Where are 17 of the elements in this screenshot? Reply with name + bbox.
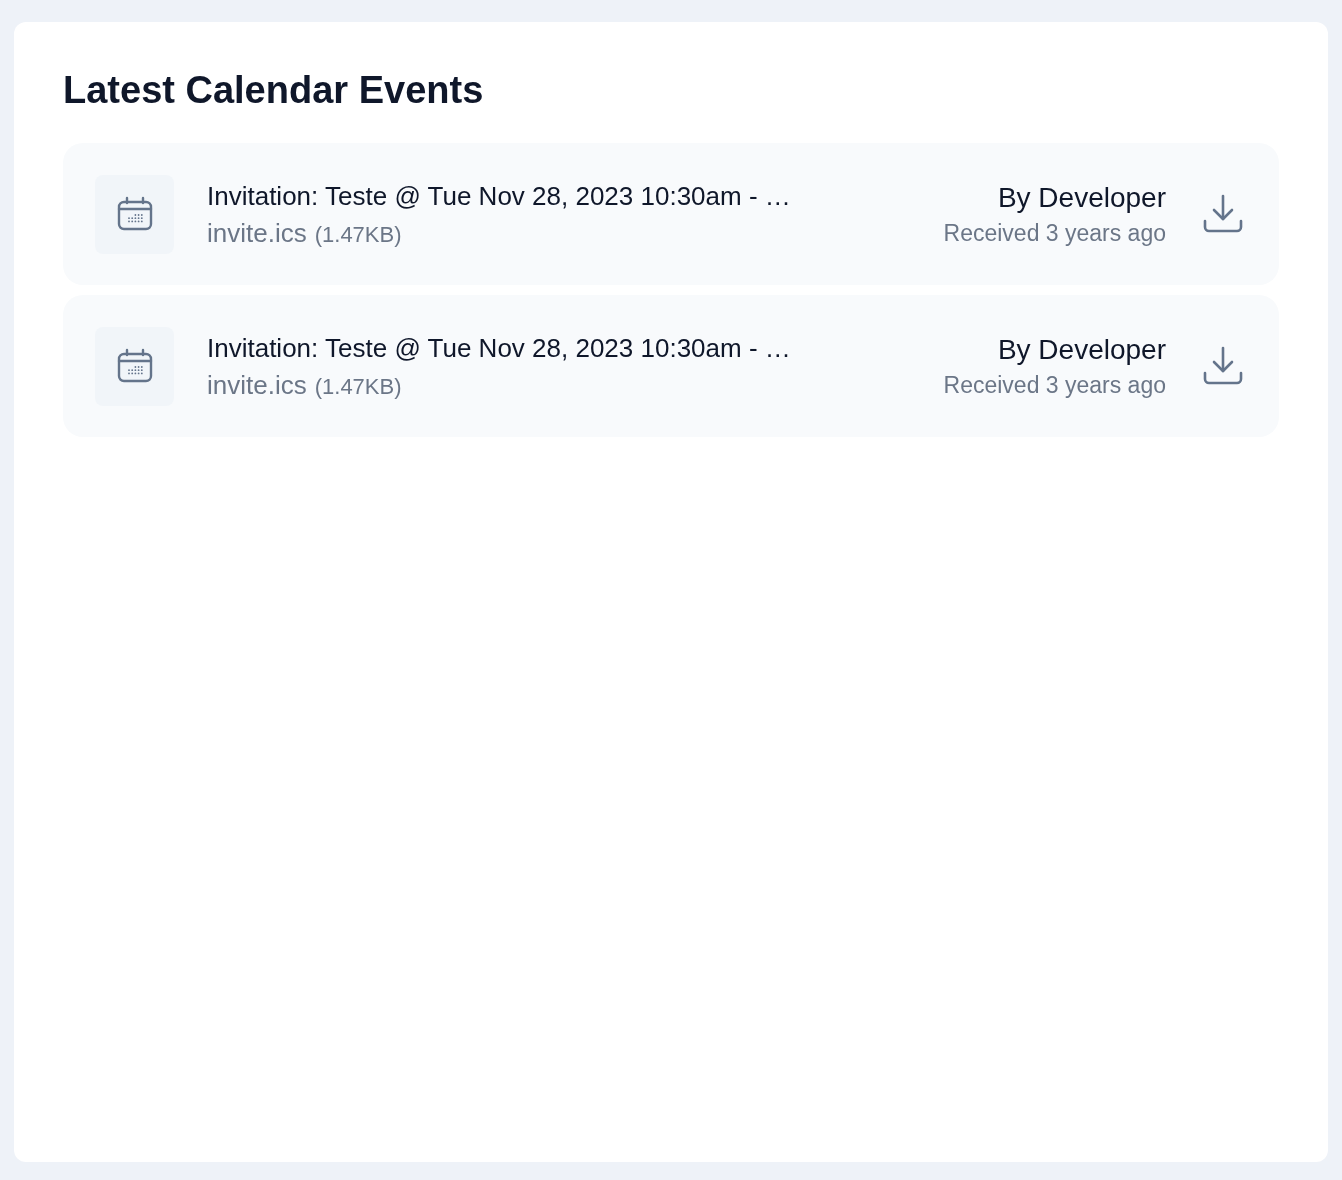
file-size: (1.47KB): [314, 221, 402, 249]
download-icon: [1202, 193, 1244, 235]
file-size: (1.47KB): [314, 373, 402, 401]
event-title: Invitation: Teste @ Tue Nov 28, 2023 10:30am - …: [207, 332, 791, 365]
file-name: invite.ics: [207, 369, 307, 402]
received-time: Received 3 years ago: [943, 371, 1166, 400]
sender-name: By Developer: [997, 333, 1166, 367]
panel-title: Latest Calendar Events: [63, 68, 484, 113]
sender-name: By Developer: [997, 181, 1166, 215]
file-name: invite.ics: [207, 217, 307, 250]
event-card[interactable]: Invitation: Teste @ Tue Nov 28, 2023 10:30am - … invite.ics (1.47KB) By Developer Received 3 years ago: [63, 143, 1279, 285]
download-icon: [1202, 345, 1244, 387]
calendar-icon: [95, 326, 174, 406]
received-time: Received 3 years ago: [943, 219, 1166, 248]
calendar-icon: [95, 174, 174, 254]
event-title: Invitation: Teste @ Tue Nov 28, 2023 10:30am - …: [207, 180, 791, 213]
event-card[interactable]: Invitation: Teste @ Tue Nov 28, 2023 10:30am - … invite.ics (1.47KB) By Developer Received 3 years ago: [63, 295, 1279, 437]
